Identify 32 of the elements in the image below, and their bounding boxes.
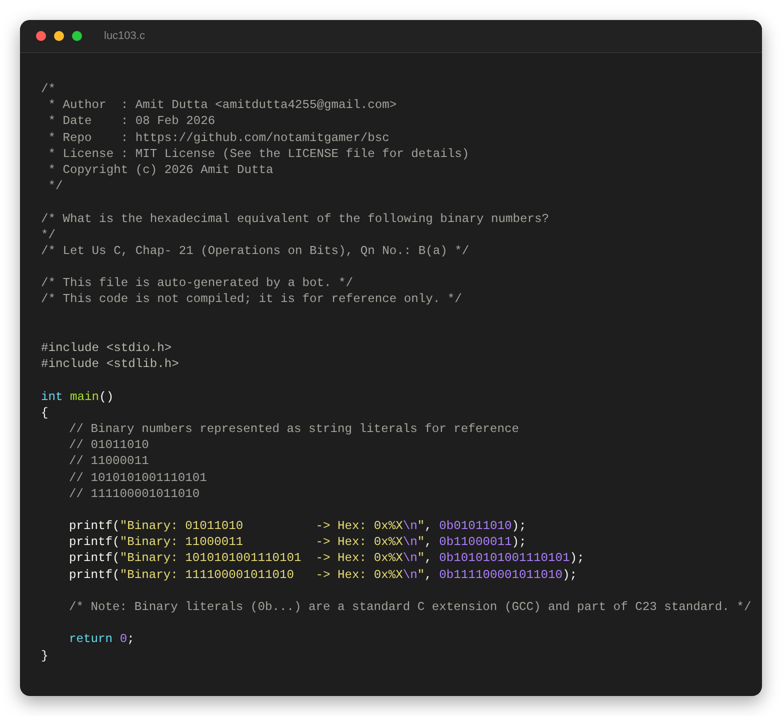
close-icon[interactable] (36, 31, 46, 41)
code-line: // 111100001011010 (68, 486, 200, 502)
code-line: /* What is the hexadecimal equivalent of the following binary numbers? (41, 210, 550, 227)
code-line: /* Note: Binary literals (0b...) are a standard C extension (GCC) and part of C23 standard. */ (68, 599, 752, 616)
code-line: * Copyright (c) 2026 Amit Dutta (47, 162, 274, 178)
code-line: printf("Binary: 111100001011010 -> Hex: 0x%X\n", 0b111100001011010); (68, 566, 578, 583)
code-line: printf("Binary: 11000011 -> Hex: 0x%X\n", 0b11000011); (68, 534, 526, 550)
code-line: /* This code is not compiled; it is for reference only. */ (41, 291, 462, 308)
code-line: // Binary numbers represented as string literals for reference (68, 420, 519, 438)
code-line: * Repo : https://github.com/notamitgamer/bsc (47, 130, 390, 146)
code-line: */ (47, 178, 63, 194)
code-line: int main() (41, 388, 114, 405)
code-line: */ (41, 226, 56, 243)
code-line: // 01011010 (68, 437, 149, 454)
code-line: printf("Binary: 1010101001110101 -> Hex: 0x%X\n", 0b1010101001110101); (68, 550, 584, 567)
code-line: // 11000011 (68, 453, 149, 470)
code-line: * Author : Amit Dutta <amitdutta4255@gmail.com> (47, 97, 397, 114)
code-line: /* This file is auto-generated by a bot. */ (41, 275, 354, 292)
window-title: luc103.c (104, 30, 145, 42)
code-line: return 0; (68, 631, 134, 648)
maximize-icon[interactable] (72, 31, 82, 41)
code-line: } (41, 648, 48, 664)
code-line: #include <stdlib.h> (41, 356, 179, 372)
code-line: * License : MIT License (See the LICENSE file for details) (47, 146, 470, 162)
code-line: * Date : 08 Feb 2026 (47, 113, 216, 130)
code-line: /* (41, 81, 56, 98)
code-line: /* Let Us C, Chap- 21 (Operations on Bits), Qn No.: B(a) */ (41, 242, 470, 260)
minimize-icon[interactable] (54, 31, 64, 41)
code-line: #include <stdio.h> (41, 340, 172, 356)
code-line: // 1010101001110101 (68, 470, 207, 486)
code-line: printf("Binary: 01011010 -> Hex: 0x%X\n", 0b01011010); (68, 518, 526, 534)
code-line: { (41, 404, 48, 421)
